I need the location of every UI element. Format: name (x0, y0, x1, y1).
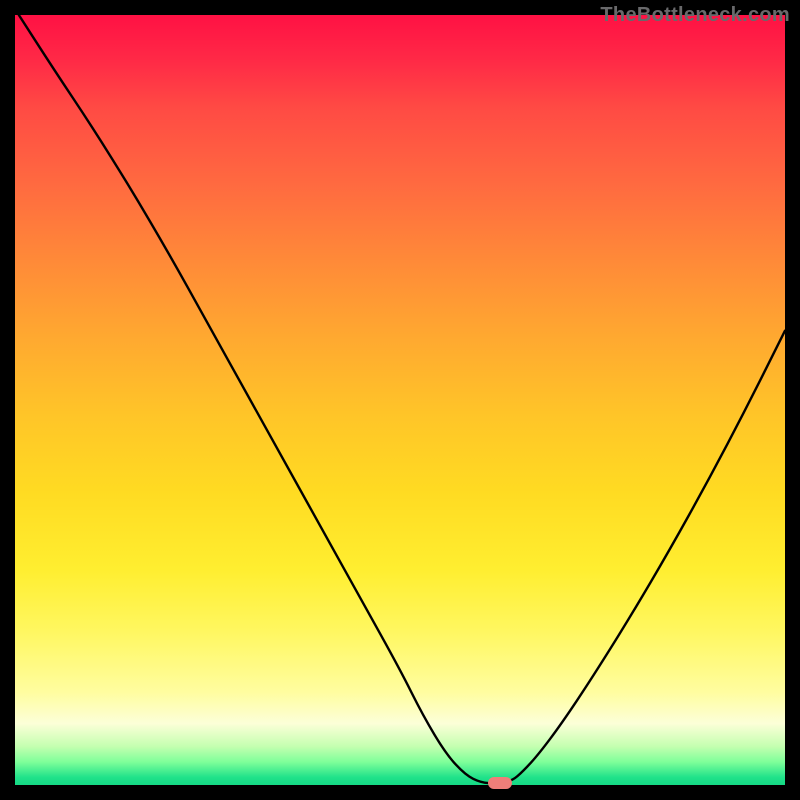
bottleneck-curve (15, 15, 785, 785)
chart-plot-area (15, 15, 785, 785)
notch-marker (488, 777, 512, 789)
chart-frame: TheBottleneck.com (0, 0, 800, 800)
watermark-text: TheBottleneck.com (600, 4, 790, 27)
